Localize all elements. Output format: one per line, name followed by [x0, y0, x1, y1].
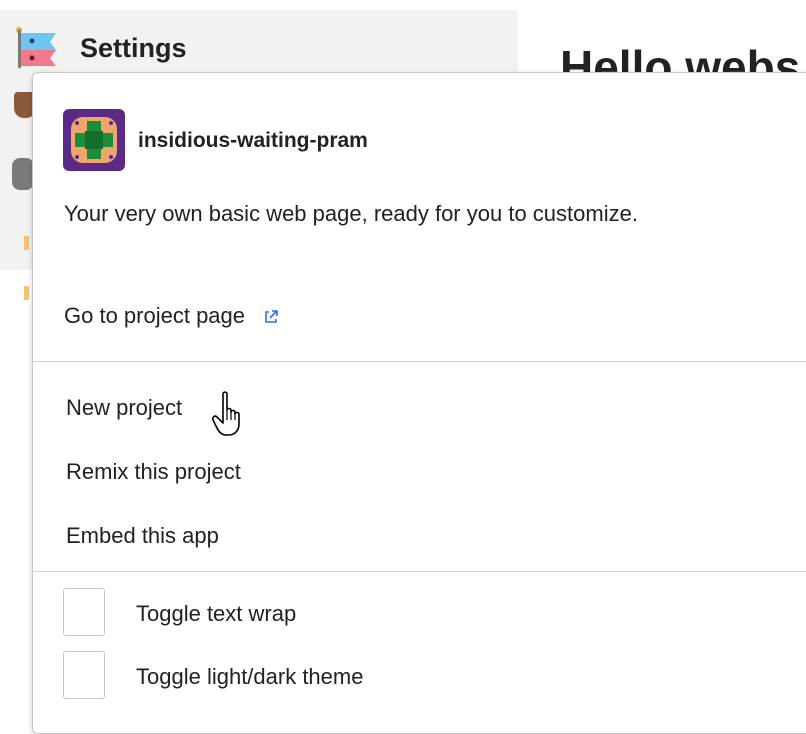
settings-header[interactable]: Settings [0, 10, 518, 72]
project-link-label: Go to project page [64, 303, 246, 328]
remix-project-item[interactable]: Remix this project [66, 459, 241, 485]
sidebar-marker-icon [24, 236, 29, 250]
toggle-text-wrap-checkbox[interactable] [63, 588, 105, 636]
project-menu-popup: insidious-waiting-pram Your very own bas… [32, 72, 806, 734]
toggle-theme-checkbox[interactable] [63, 651, 105, 699]
project-avatar-icon [63, 109, 125, 171]
toggle-text-wrap-row[interactable]: Toggle text wrap [63, 588, 663, 640]
toggle-text-wrap-label: Toggle text wrap [136, 601, 297, 626]
menu-divider [33, 571, 806, 572]
project-name: insidious-waiting-pram [138, 129, 368, 152]
external-link-icon [265, 310, 278, 323]
embed-app-item[interactable]: Embed this app [66, 523, 219, 549]
settings-title: Settings [80, 33, 187, 63]
glitch-fish-logo-icon [16, 27, 56, 68]
go-to-project-page-link[interactable]: Go to project page [64, 303, 279, 329]
sidebar-marker-icon [24, 286, 29, 300]
new-project-item[interactable]: New project [66, 395, 182, 421]
project-description: Your very own basic web page, ready for … [64, 201, 638, 226]
menu-divider [33, 361, 806, 362]
hand-pointer-cursor-icon [212, 391, 240, 436]
sidebar-lock-icon [12, 158, 34, 190]
toggle-theme-label: Toggle light/dark theme [136, 664, 364, 689]
toggle-theme-row[interactable]: Toggle light/dark theme [63, 651, 663, 703]
